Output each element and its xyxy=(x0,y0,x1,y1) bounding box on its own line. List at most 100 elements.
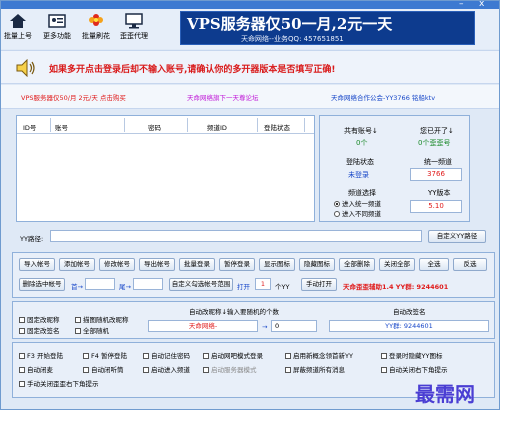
monitor-icon xyxy=(125,13,143,29)
import-accounts-button[interactable]: 导入帐号 xyxy=(19,258,55,271)
option-auto-close-tips[interactable]: 自动关闭右下角提示 xyxy=(381,364,448,374)
column-password: 密码 xyxy=(148,124,161,132)
vps-ad-banner[interactable]: VPS服务器仅50一月,2元一天 天命网络--业务QQ: 457651851 xyxy=(180,11,475,45)
random-count-input[interactable]: 0 xyxy=(271,320,317,332)
checkbox-label: F4 暂停登陆 xyxy=(91,352,127,360)
batch-login-button[interactable]: 批量登录 xyxy=(179,258,215,271)
invert-selection-button[interactable]: 反选 xyxy=(453,258,487,271)
all-random-checkbox[interactable]: 全部随机 xyxy=(75,325,109,335)
total-accounts-value: 0个 xyxy=(356,139,368,147)
column-divider xyxy=(50,118,51,132)
checkbox-label: 全部随机 xyxy=(83,327,109,335)
export-accounts-button[interactable]: 导出帐号 xyxy=(139,258,175,271)
delete-all-button[interactable]: 全部删除 xyxy=(339,258,375,271)
range-tail-input[interactable] xyxy=(133,278,163,290)
home-icon xyxy=(10,14,26,28)
hide-icon-button[interactable]: 隐藏图标 xyxy=(299,258,335,271)
tool-label: 批量上号 xyxy=(4,32,32,40)
notice-text: 如果多开点击登录后却不输入账号,请确认你的多开器版本是否填写正确! xyxy=(49,65,336,75)
pause-login-button[interactable]: 暂停登录 xyxy=(219,258,255,271)
yy-path-input[interactable] xyxy=(50,230,422,242)
app-window: – x 批量上号 更多功能 批量刷花 歪歪代理 VPS服务器仅50一月,2元一天… xyxy=(0,0,500,410)
random-nickname-checkbox[interactable]: 描图随机改昵称 xyxy=(75,314,129,324)
manual-open-button[interactable]: 手动打开 xyxy=(301,278,337,291)
checkbox-label: 手动关闭歪歪右下角提示 xyxy=(27,380,99,388)
channel-input[interactable]: 3766 xyxy=(410,168,462,181)
header-divider xyxy=(17,133,314,134)
column-id: ID号 xyxy=(23,124,37,132)
id-card-icon xyxy=(48,14,66,28)
checkbox-label: 固定改签名 xyxy=(27,327,60,335)
close-all-button[interactable]: 关闭全部 xyxy=(379,258,415,271)
checkbox-label: 自动关闭右下角提示 xyxy=(389,366,448,374)
site-watermark: 最需网 xyxy=(415,382,475,406)
tool-more-functions[interactable]: 更多功能 xyxy=(43,13,71,41)
option-f3-start[interactable]: F3 开始登陆 xyxy=(19,350,63,360)
fixed-signature-checkbox[interactable]: 固定改签名 xyxy=(19,325,60,335)
checkbox-label: 自动闭听筒 xyxy=(91,366,124,374)
option-enter-channel[interactable]: 启动进入频道 xyxy=(143,364,190,374)
checkbox-label: F3 开始登陆 xyxy=(27,352,63,360)
version-input[interactable]: 5.10 xyxy=(410,200,462,213)
checkbox-label: 屏蔽频道所有消息 xyxy=(293,366,345,374)
nickname-group: 自动改昵称↓输入要随机的个数 固定改昵称 描图随机改昵称 固定改签名 全部随机 … xyxy=(12,301,495,339)
custom-range-button[interactable]: 自定义勾选帐号范围 xyxy=(169,278,233,291)
option-f4-pause[interactable]: F4 暂停登陆 xyxy=(83,350,127,360)
range-first-input[interactable] xyxy=(85,278,115,290)
option-netcafe-mode[interactable]: 启动网吧模式登录 xyxy=(203,350,263,360)
column-login-status: 登陆状态 xyxy=(264,124,290,132)
column-divider xyxy=(187,118,188,132)
checkbox-label: 启动进入频道 xyxy=(151,366,190,374)
radio-label: 进入不同频道 xyxy=(342,210,381,218)
links-bar: VPS服务器仅50/月 2元/天 点击购买 天命网络旗下一天尊论坛 天命网络合作… xyxy=(1,85,499,109)
yy-path-row: YY路径: 自定义YY路径 xyxy=(16,229,496,245)
option-manual-close-tips[interactable]: 手动关闭歪歪右下角提示 xyxy=(19,378,99,388)
option-auto-mute-speaker[interactable]: 自动闭听筒 xyxy=(83,364,124,374)
delete-selected-button[interactable]: 删除选中帐号 xyxy=(19,278,65,291)
radio-diff-channel[interactable]: 进入不同频道 xyxy=(334,208,381,218)
tool-batch-login[interactable]: 批量上号 xyxy=(4,13,32,41)
vps-purchase-link[interactable]: VPS服务器仅50/月 2元/天 点击购买 xyxy=(21,92,126,102)
channel-select-label: 频道选择 xyxy=(348,189,376,197)
forum-link[interactable]: 天命网络旗下一天尊论坛 xyxy=(187,92,259,102)
option-auto-mute-mic[interactable]: 自动闭麦 xyxy=(19,364,53,374)
custom-yy-path-button[interactable]: 自定义YY路径 xyxy=(428,230,486,243)
column-divider xyxy=(304,118,305,132)
radio-same-channel[interactable]: 进入统一频道 xyxy=(334,198,381,208)
option-hide-yy-icon[interactable]: 登录时隐藏YY图标 xyxy=(381,350,442,360)
open-count-label: 打开 xyxy=(237,283,250,291)
option-server-mode[interactable]: 启动服务器模式 xyxy=(203,364,257,374)
tool-batch-flower[interactable]: 批量刷花 xyxy=(82,13,110,41)
flower-icon xyxy=(89,14,103,26)
fixed-nickname-checkbox[interactable]: 固定改昵称 xyxy=(19,314,60,324)
option-block-messages[interactable]: 屏蔽频道所有消息 xyxy=(285,364,345,374)
account-table[interactable]: ID号 账号 密码 频道ID 登陆状态 xyxy=(16,115,315,222)
yy-path-label: YY路径: xyxy=(20,235,44,243)
show-icon-button[interactable]: 显示图标 xyxy=(259,258,295,271)
banner-headline: VPS服务器仅50一月,2元一天 xyxy=(187,15,393,33)
select-all-button[interactable]: 全选 xyxy=(419,258,449,271)
open-count-unit: 个YY xyxy=(275,283,290,291)
column-divider xyxy=(257,118,258,132)
close-button[interactable]: x xyxy=(479,0,484,9)
total-accounts-label: 共有账号↓ xyxy=(344,127,378,135)
add-account-button[interactable]: 添加帐号 xyxy=(59,258,95,271)
nickname-input[interactable]: 天命网络- xyxy=(148,320,258,332)
tool-label: 批量刷花 xyxy=(82,32,110,40)
column-channel-id: 频道ID xyxy=(207,124,227,132)
minimize-button[interactable]: – xyxy=(459,0,464,9)
checkbox-label: 启动服务器模式 xyxy=(211,366,257,374)
guild-link[interactable]: 天命网络合作公会-YY3766 铭船ktv xyxy=(331,92,435,102)
checkbox-label: 自动记住密码 xyxy=(151,352,190,360)
option-new-concept[interactable]: 启用新概念领首新YY xyxy=(285,350,353,360)
edit-account-button[interactable]: 修改帐号 xyxy=(99,258,135,271)
option-remember-password[interactable]: 自动记住密码 xyxy=(143,350,190,360)
signature-input[interactable]: YY群: 9244601 xyxy=(329,320,489,332)
speaker-icon xyxy=(16,59,35,77)
tool-yy-proxy[interactable]: 歪歪代理 xyxy=(120,13,148,41)
login-status-value: 未登录 xyxy=(348,171,369,179)
notice-bar: 如果多开点击登录后却不输入账号,请确认你的多开器版本是否填写正确! xyxy=(1,50,499,84)
channel-label: 统一频道 xyxy=(424,158,452,166)
open-count-input[interactable]: 1 xyxy=(255,278,271,290)
checkbox-label: 固定改昵称 xyxy=(27,316,60,324)
